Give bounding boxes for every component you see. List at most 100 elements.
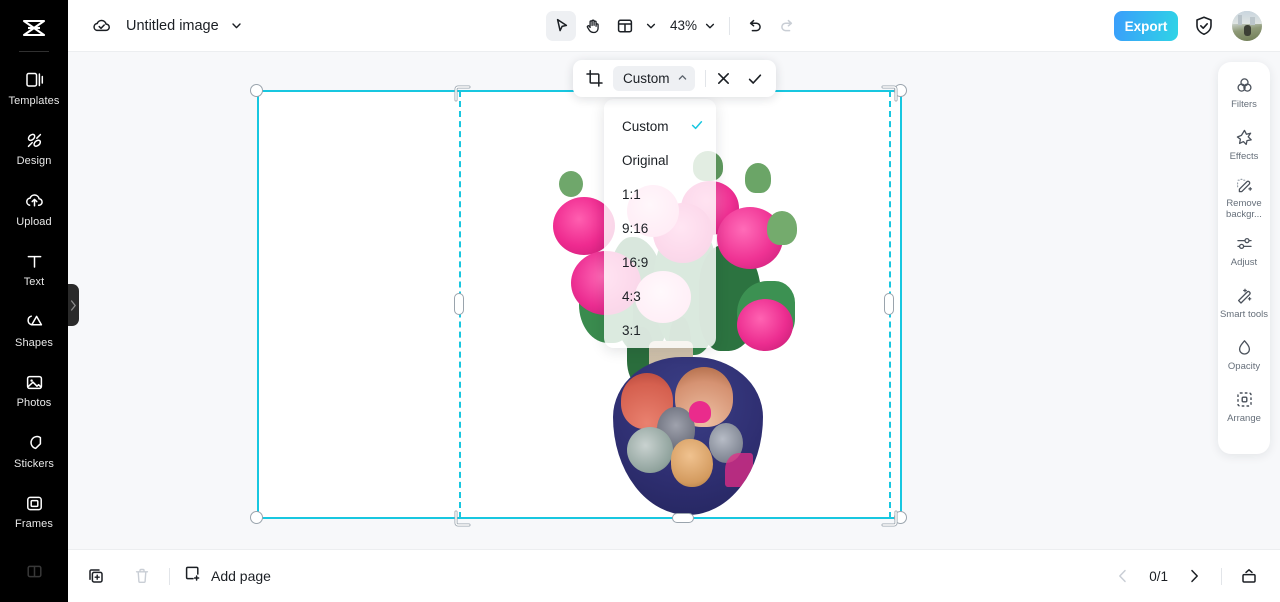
opacity-icon: [1234, 338, 1254, 358]
right-panel-item-arrange[interactable]: Arrange: [1218, 385, 1270, 428]
right-panel-item-opacity[interactable]: Opacity: [1218, 333, 1270, 376]
page-navigation: 0/1: [1109, 562, 1263, 590]
crop-icon[interactable]: [584, 69, 604, 89]
layout-tool-button[interactable]: [610, 11, 640, 41]
ratio-option-9-16[interactable]: 9:16: [604, 211, 716, 245]
right-panel-item-smart-tools[interactable]: Smart tools: [1218, 281, 1270, 324]
sidebar-label: Design: [16, 155, 52, 168]
chevron-down-icon[interactable]: [229, 18, 245, 34]
left-sidebar: Templates Design Upload Text Shapes Phot…: [0, 0, 68, 602]
capcut-editor-window: Templates Design Upload Text Shapes Phot…: [0, 0, 1280, 602]
resize-handle-left-mid[interactable]: [454, 293, 464, 315]
bottom-divider: [169, 567, 170, 585]
sidebar-label: Text: [23, 276, 45, 289]
cloud-saved-icon[interactable]: [90, 15, 112, 37]
redo-button[interactable]: [772, 11, 802, 41]
sidebar-label: Stickers: [14, 457, 54, 470]
layout-dropdown-caret[interactable]: [642, 13, 660, 39]
avatar-sky: [1232, 11, 1262, 24]
ratio-option-original[interactable]: Original: [604, 143, 716, 177]
export-label: Export: [1124, 18, 1168, 34]
sidebar-item-photos[interactable]: Photos: [0, 360, 68, 420]
toolbar-divider: [729, 16, 731, 35]
ratio-option-custom[interactable]: Custom: [604, 109, 716, 143]
sidebar-item-templates[interactable]: Templates: [0, 58, 68, 118]
ratio-option-16-9[interactable]: 16:9: [604, 245, 716, 279]
redo-icon: [781, 19, 793, 31]
adjust-icon: [1234, 234, 1254, 254]
aspect-ratio-selector[interactable]: Custom: [613, 66, 695, 91]
canvas-tools-group: 43%: [545, 10, 802, 41]
aspect-ratio-dropdown[interactable]: Custom Original 1:1 9:16 16:9 4:3 3:1: [604, 99, 716, 348]
check-icon: [690, 118, 704, 135]
zoom-dropdown-caret[interactable]: [701, 13, 719, 39]
ratio-option-3-1[interactable]: 3:1: [604, 313, 716, 347]
undo-button[interactable]: [740, 11, 770, 41]
ratio-option-1-1[interactable]: 1:1: [604, 177, 716, 211]
undo-icon: [749, 19, 761, 31]
right-panel-label: Smart tools: [1219, 308, 1269, 320]
zoom-level-value[interactable]: 43%: [662, 18, 699, 33]
ratio-option-4-3[interactable]: 4:3: [604, 279, 716, 313]
delete-page-button[interactable]: [128, 562, 156, 590]
resize-handle-right-mid[interactable]: [884, 293, 894, 315]
sidebar-item-frames[interactable]: Frames: [0, 481, 68, 541]
more-panels-icon: [23, 561, 45, 583]
add-page-button[interactable]: Add page: [183, 564, 271, 588]
ratio-option-label: 3:1: [622, 322, 641, 338]
remove-background-icon: [1234, 175, 1254, 195]
bottom-toolbar: Add page 0/1: [68, 549, 1280, 602]
present-button[interactable]: [1235, 562, 1263, 590]
page-count-label: 0/1: [1149, 568, 1168, 584]
right-panel-item-filters[interactable]: Filters: [1218, 71, 1270, 114]
previous-page-button[interactable]: [1109, 562, 1137, 590]
capcut-logo[interactable]: [17, 12, 51, 45]
sidebar-divider: [19, 50, 49, 52]
right-panel-item-remove-background[interactable]: Remove backgr...: [1218, 175, 1270, 220]
sidebar-label: Frames: [15, 518, 53, 531]
sidebar-item-upload[interactable]: Upload: [0, 179, 68, 239]
right-panel-label: Adjust: [1230, 256, 1258, 268]
crop-handle-top-right[interactable]: [878, 83, 900, 110]
right-panel-label: Remove backgr...: [1226, 198, 1262, 220]
user-avatar[interactable]: [1232, 11, 1262, 41]
frames-icon: [23, 492, 45, 514]
cancel-crop-button[interactable]: [711, 66, 737, 92]
check-icon: [748, 73, 761, 84]
templates-icon: [23, 69, 45, 91]
next-page-button[interactable]: [1180, 562, 1208, 590]
ratio-option-label: Custom: [622, 118, 669, 134]
hand-icon: [586, 19, 599, 33]
document-title[interactable]: Untitled image: [126, 18, 219, 34]
sidebar-label: Shapes: [15, 336, 53, 349]
confirm-crop-button[interactable]: [742, 66, 768, 92]
right-tools-panel: Filters Effects Remove backgr... Adjust …: [1218, 62, 1270, 454]
crop-handle-top-left[interactable]: [452, 83, 474, 110]
shield-check-icon[interactable]: [1192, 14, 1216, 38]
sidebar-item-text[interactable]: Text: [0, 239, 68, 299]
right-panel-label: Arrange: [1227, 412, 1261, 424]
chevron-down-icon: [705, 23, 715, 28]
resize-handle-bottom-mid[interactable]: [672, 513, 694, 523]
export-button[interactable]: Export: [1114, 11, 1178, 41]
crop-handle-bottom-left[interactable]: [452, 507, 474, 534]
select-tool-button[interactable]: [545, 10, 576, 41]
page-canvas[interactable]: [257, 91, 901, 519]
sidebar-item-design[interactable]: Design: [0, 118, 68, 178]
selection-edge-left[interactable]: [257, 90, 259, 519]
hand-tool-button[interactable]: [578, 11, 608, 41]
right-panel-item-adjust[interactable]: Adjust: [1218, 229, 1270, 272]
right-panel-item-effects[interactable]: Effects: [1218, 123, 1270, 166]
resize-handle-top-left[interactable]: [250, 84, 263, 97]
sidebar-collapse-toggle[interactable]: [68, 284, 79, 326]
chevron-right-icon: [70, 299, 76, 311]
sidebar-item-more[interactable]: [0, 541, 68, 601]
resize-handle-bottom-left[interactable]: [250, 511, 263, 524]
selection-edge-right[interactable]: [900, 90, 902, 519]
avatar-building: [1238, 15, 1242, 25]
sidebar-item-shapes[interactable]: Shapes: [0, 300, 68, 360]
aspect-ratio-value: Custom: [623, 71, 670, 86]
duplicate-page-button[interactable]: [82, 562, 110, 590]
crop-handle-bottom-right[interactable]: [878, 507, 900, 534]
sidebar-item-stickers[interactable]: Stickers: [0, 421, 68, 481]
